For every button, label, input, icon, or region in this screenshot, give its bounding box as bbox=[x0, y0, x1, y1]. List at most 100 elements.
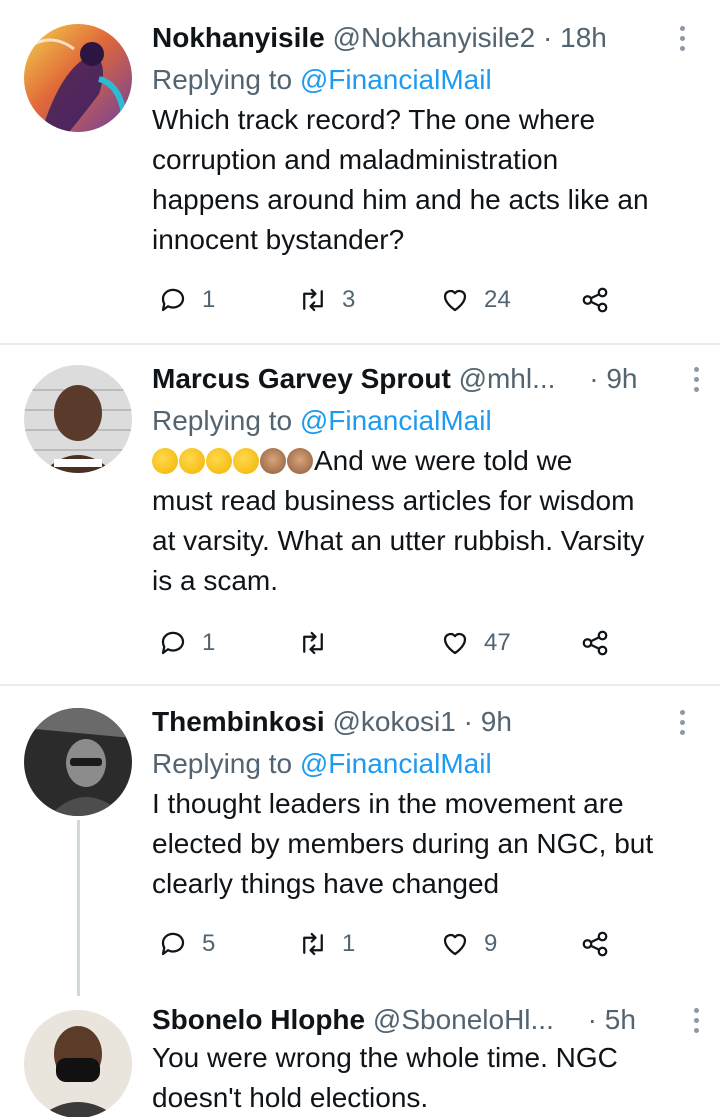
display-name[interactable]: Nokhanyisile bbox=[152, 22, 325, 53]
display-name[interactable]: Thembinkosi bbox=[152, 706, 325, 737]
timestamp[interactable]: 18h bbox=[560, 22, 607, 53]
tweet-header: Marcus Garvey Sprout @mhl... · 9h bbox=[152, 361, 700, 397]
rolling-on-floor-laughing-emoji bbox=[152, 448, 178, 474]
like-count: 24 bbox=[484, 286, 511, 313]
reply-icon bbox=[161, 631, 185, 655]
avatar-image bbox=[24, 365, 132, 473]
user-handle[interactable]: @SboneloHl... bbox=[373, 1004, 554, 1035]
reply-count: 1 bbox=[202, 629, 216, 656]
retweet-icon bbox=[303, 631, 323, 655]
separator-dot: · bbox=[589, 363, 599, 394]
like-button[interactable]: 47 bbox=[440, 621, 511, 665]
rolling-on-floor-laughing-emoji bbox=[179, 448, 205, 474]
more-vertical-icon[interactable] bbox=[692, 367, 700, 393]
see-no-evil-monkey-emoji bbox=[260, 448, 286, 474]
replying-to: Replying to @FinancialMail bbox=[152, 60, 700, 100]
retweet-count: 3 bbox=[342, 286, 356, 313]
share-button[interactable] bbox=[580, 278, 610, 322]
reply-count: 1 bbox=[202, 286, 216, 313]
tweet-4[interactable]: Sbonelo Hlophe @SboneloHl... · 5h You we… bbox=[0, 996, 720, 1117]
timestamp[interactable]: 9h bbox=[606, 363, 637, 394]
replying-to-mention[interactable]: @FinancialMail bbox=[300, 64, 492, 95]
share-icon bbox=[582, 630, 608, 656]
reply-button[interactable]: 1 bbox=[158, 621, 215, 665]
separator-dot: · bbox=[587, 1004, 597, 1035]
reply-icon bbox=[161, 932, 185, 956]
retweet-button[interactable]: 1 bbox=[298, 922, 355, 966]
tweet-text-line: clearly things have changed bbox=[152, 868, 500, 899]
like-button[interactable]: 24 bbox=[440, 278, 511, 322]
separator-dot: · bbox=[463, 706, 473, 737]
tweet-text: I thought leaders in the movement are el… bbox=[152, 784, 700, 904]
tweet-text-line: You were wrong the whole time. NGC bbox=[152, 1042, 618, 1073]
like-count: 9 bbox=[484, 930, 498, 957]
display-name[interactable]: Sbonelo Hlophe bbox=[152, 1004, 365, 1035]
tweet-header: Thembinkosi @kokosi1 · 9h bbox=[152, 704, 700, 740]
share-button[interactable] bbox=[580, 922, 610, 966]
retweet-icon bbox=[303, 932, 323, 956]
retweet-count: 1 bbox=[342, 930, 356, 957]
tweet-text-line: is a scam. bbox=[152, 565, 279, 596]
more-vertical-icon[interactable] bbox=[678, 710, 686, 736]
tweet-text-line: elected by members during an NGC, but bbox=[152, 828, 654, 859]
tweet-3[interactable]: Thembinkosi @kokosi1 · 9h Replying to @F… bbox=[0, 686, 720, 996]
like-count: 47 bbox=[484, 629, 511, 656]
heart-icon bbox=[443, 632, 467, 655]
more-vertical-icon[interactable] bbox=[678, 26, 686, 52]
tweet-header: Sbonelo Hlophe @SboneloHl... · 5h bbox=[152, 1002, 700, 1038]
like-button[interactable]: 9 bbox=[440, 922, 497, 966]
retweet-button[interactable]: 3 bbox=[298, 278, 355, 322]
heart-icon bbox=[443, 933, 467, 956]
replying-to: Replying to @FinancialMail bbox=[152, 744, 700, 784]
avatar[interactable] bbox=[24, 365, 132, 473]
avatar-image bbox=[24, 708, 132, 816]
tweet-text-line: I thought leaders in the movement are bbox=[152, 788, 624, 819]
avatar[interactable] bbox=[24, 24, 132, 132]
tweet-1[interactable]: Nokhanyisile @Nokhanyisile2 · 18h Replyi… bbox=[0, 0, 720, 343]
see-no-evil-monkey-emoji bbox=[287, 448, 313, 474]
tweet-text-line: doesn't hold elections. bbox=[152, 1082, 429, 1113]
avatar[interactable] bbox=[24, 1010, 132, 1117]
replying-to: Replying to @FinancialMail bbox=[152, 401, 700, 441]
user-handle[interactable]: @kokosi1 bbox=[332, 706, 455, 737]
heart-icon bbox=[443, 289, 467, 312]
more-vertical-icon[interactable] bbox=[692, 1008, 700, 1034]
retweet-icon bbox=[303, 288, 323, 312]
timestamp[interactable]: 9h bbox=[481, 706, 512, 737]
replying-to-mention[interactable]: @FinancialMail bbox=[300, 748, 492, 779]
avatar[interactable] bbox=[24, 708, 132, 816]
tweet-actions: 1 3 24 bbox=[152, 278, 612, 322]
timestamp[interactable]: 5h bbox=[605, 1004, 636, 1035]
tweet-text: You were wrong the whole time. NGC doesn… bbox=[152, 1038, 700, 1117]
replying-to-label: Replying to bbox=[152, 405, 300, 436]
tweet-text: And we were told we must read business a… bbox=[152, 441, 700, 601]
tweet-2[interactable]: Marcus Garvey Sprout @mhl... · 9h Replyi… bbox=[0, 345, 720, 685]
separator-dot: · bbox=[543, 22, 553, 53]
thread-line bbox=[77, 820, 80, 996]
user-handle[interactable]: @Nokhanyisile2 bbox=[333, 22, 536, 53]
user-handle[interactable]: @mhl... bbox=[459, 363, 556, 394]
tweet-feed: Nokhanyisile @Nokhanyisile2 · 18h Replyi… bbox=[0, 0, 720, 1117]
avatar-image bbox=[24, 1010, 132, 1117]
reply-button[interactable]: 5 bbox=[158, 922, 215, 966]
tweet-text-line: must read business articles for wisdom bbox=[152, 485, 635, 516]
retweet-button[interactable] bbox=[298, 621, 342, 665]
tweet-text: Which track record? The one where corrup… bbox=[152, 100, 700, 260]
avatar-image bbox=[24, 24, 132, 132]
reply-icon bbox=[161, 288, 185, 312]
tweet-text-line: Which track record? The one where bbox=[152, 104, 596, 135]
tweet-text-line: happens around him and he acts like an bbox=[152, 184, 649, 215]
joy-emoji bbox=[233, 448, 259, 474]
share-icon bbox=[582, 287, 608, 313]
tweet-text-line: at varsity. What an utter rubbish. Varsi… bbox=[152, 525, 645, 556]
tweet-text-line: innocent bystander? bbox=[152, 224, 405, 255]
rolling-on-floor-laughing-emoji bbox=[206, 448, 232, 474]
reply-button[interactable]: 1 bbox=[158, 278, 215, 322]
replying-to-label: Replying to bbox=[152, 64, 300, 95]
share-button[interactable] bbox=[580, 621, 610, 665]
tweet-text-line: And we were told we bbox=[152, 441, 700, 481]
replying-to-mention[interactable]: @FinancialMail bbox=[300, 405, 492, 436]
display-name[interactable]: Marcus Garvey Sprout bbox=[152, 363, 451, 394]
reply-count: 5 bbox=[202, 930, 216, 957]
replying-to-label: Replying to bbox=[152, 748, 300, 779]
